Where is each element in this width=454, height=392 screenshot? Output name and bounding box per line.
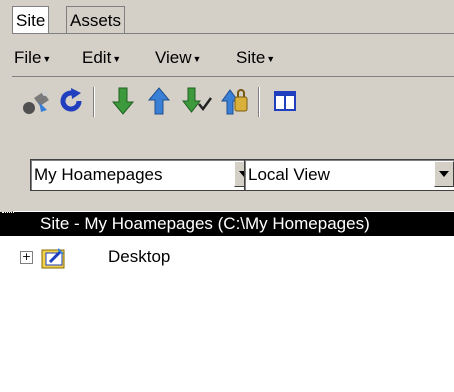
files-panel: Site Assets File▼ Edit▼ View▼ Site▼ My H…: [0, 0, 454, 392]
expand-panel-button[interactable]: [268, 85, 302, 117]
put-files-button[interactable]: [142, 85, 176, 117]
toolbar-separator: [258, 87, 260, 117]
put-files-icon: [147, 87, 171, 115]
check-in-icon: [221, 89, 248, 115]
menu-file[interactable]: File▼: [14, 48, 51, 69]
caret-down-icon: ▼: [192, 54, 202, 64]
expand-panel-icon: [274, 91, 296, 111]
check-out-button[interactable]: [180, 85, 214, 117]
desktop-icon: [41, 248, 65, 269]
check-out-icon: [182, 87, 212, 113]
menu-edit-label: Edit: [82, 48, 112, 67]
site-selectors: My Hoamepages Local View: [12, 125, 454, 211]
dropdown-arrow-icon: [439, 171, 449, 177]
check-in-button[interactable]: [217, 85, 251, 117]
tree-item-label: Desktop: [108, 247, 171, 266]
refresh-button[interactable]: [54, 85, 88, 117]
file-tree: + Desktop: [0, 236, 454, 392]
tab-site[interactable]: Site: [12, 6, 50, 34]
site-root-label: Site - My Hoamepages (C:\My Homepages): [40, 214, 370, 233]
menu-view[interactable]: View▼: [155, 48, 201, 69]
caret-down-icon: ▼: [112, 54, 122, 64]
menu-view-label: View: [155, 48, 192, 67]
menu-site-label: Site: [236, 48, 266, 67]
tree-dots: [2, 212, 14, 215]
menu-edit[interactable]: Edit▼: [82, 48, 121, 69]
view-select[interactable]: Local View: [244, 159, 454, 191]
panel-tab-strip: Site Assets: [12, 0, 454, 36]
toolbar-separator: [93, 87, 95, 117]
site-select-value: My Hoamepages: [34, 165, 163, 184]
connect-icon: [23, 90, 49, 114]
caret-down-icon: ▼: [42, 54, 52, 64]
menu-site[interactable]: Site▼: [236, 48, 275, 69]
view-select-button[interactable]: [434, 161, 454, 187]
tab-assets[interactable]: Assets: [66, 6, 126, 34]
tab-divider: [12, 33, 454, 34]
site-select[interactable]: My Hoamepages: [30, 159, 256, 191]
refresh-icon: [60, 88, 82, 112]
get-files-icon: [111, 87, 135, 115]
toolbar: [12, 77, 454, 125]
connect-button[interactable]: [20, 85, 54, 117]
menu-file-label: File: [14, 48, 42, 67]
get-files-button[interactable]: [106, 85, 140, 117]
site-root-row[interactable]: Site - My Hoamepages (C:\My Homepages): [0, 212, 454, 236]
caret-down-icon: ▼: [266, 54, 276, 64]
expand-icon[interactable]: +: [20, 251, 33, 264]
view-select-value: Local View: [248, 165, 330, 184]
menu-bar: File▼ Edit▼ View▼ Site▼: [12, 36, 454, 77]
